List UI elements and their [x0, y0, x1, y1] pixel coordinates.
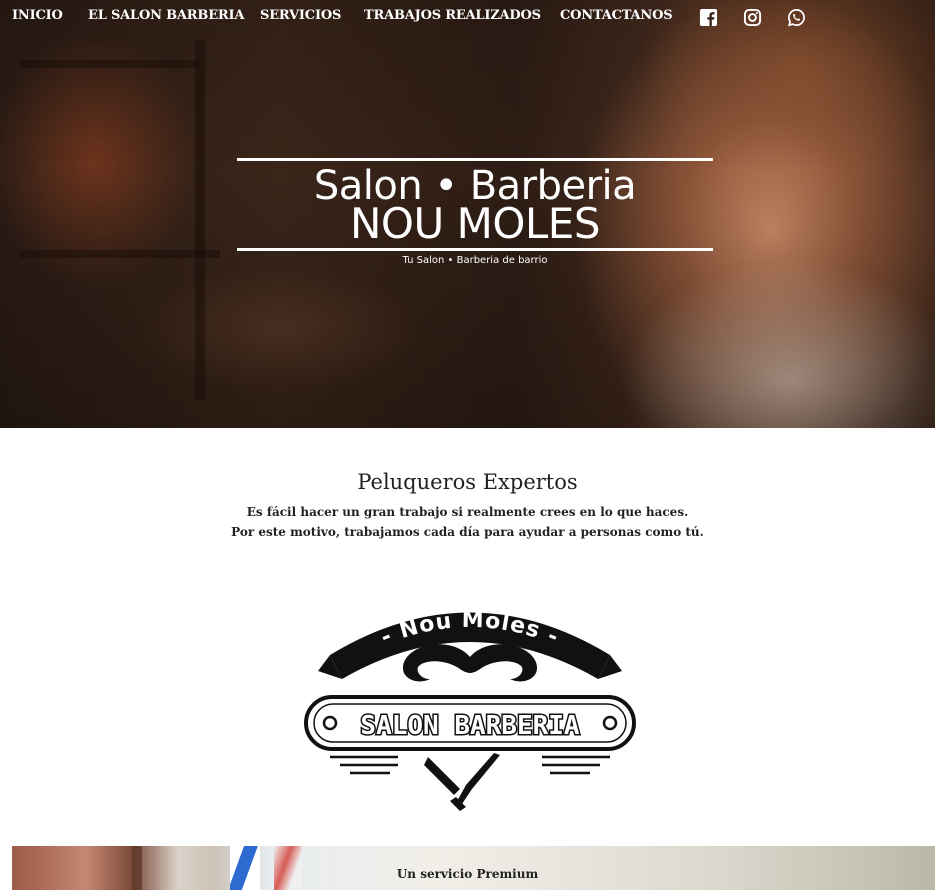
intro-text-line2: Por este motivo, trabajamos cada día par… [231, 525, 704, 539]
main-nav: INICIO EL SALON BARBERIA SERVICIOS TRABA… [0, 0, 935, 34]
hero-bg-shelf [195, 40, 205, 400]
nav-item-inicio[interactable]: INICIO [12, 8, 63, 23]
facebook-icon[interactable] [698, 7, 718, 27]
instagram-icon[interactable] [742, 7, 762, 27]
hero-bottom-rule [237, 248, 713, 251]
premium-heading: Un servicio Premium [396, 867, 539, 881]
hero-title-line2: NOU MOLES [350, 199, 600, 248]
hero-bg-shelf [20, 250, 220, 258]
hero-tagline: Tu Salon • Barberia de barrio [402, 255, 548, 266]
hero-banner: Salon • Barberia NOU MOLES Tu Salon • Ba… [0, 0, 935, 428]
brand-logo-graphic: - Nou Moles - SALON BARBERIA [304, 608, 636, 811]
brand-logo: - Nou Moles - SALON BARBERIA [300, 585, 640, 815]
hero-bg-shelf [20, 60, 200, 68]
nav-item-el-salon-barberia[interactable]: EL SALON BARBERIA [88, 8, 244, 23]
intro-text-line1: Es fácil hacer un gran trabajo si realme… [246, 505, 689, 519]
logo-badge-text: SALON BARBERIA [360, 711, 579, 741]
whatsapp-icon[interactable] [786, 7, 806, 27]
nav-item-servicios[interactable]: SERVICIOS [260, 8, 341, 23]
hero-bg-figure [560, 250, 935, 428]
hero-top-rule [237, 158, 713, 161]
section-title: Peluqueros Expertos [357, 470, 578, 494]
nav-item-trabajos-realizados[interactable]: TRABAJOS REALIZADOS [364, 8, 541, 23]
nav-item-contactanos[interactable]: CONTACTANOS [560, 8, 673, 23]
